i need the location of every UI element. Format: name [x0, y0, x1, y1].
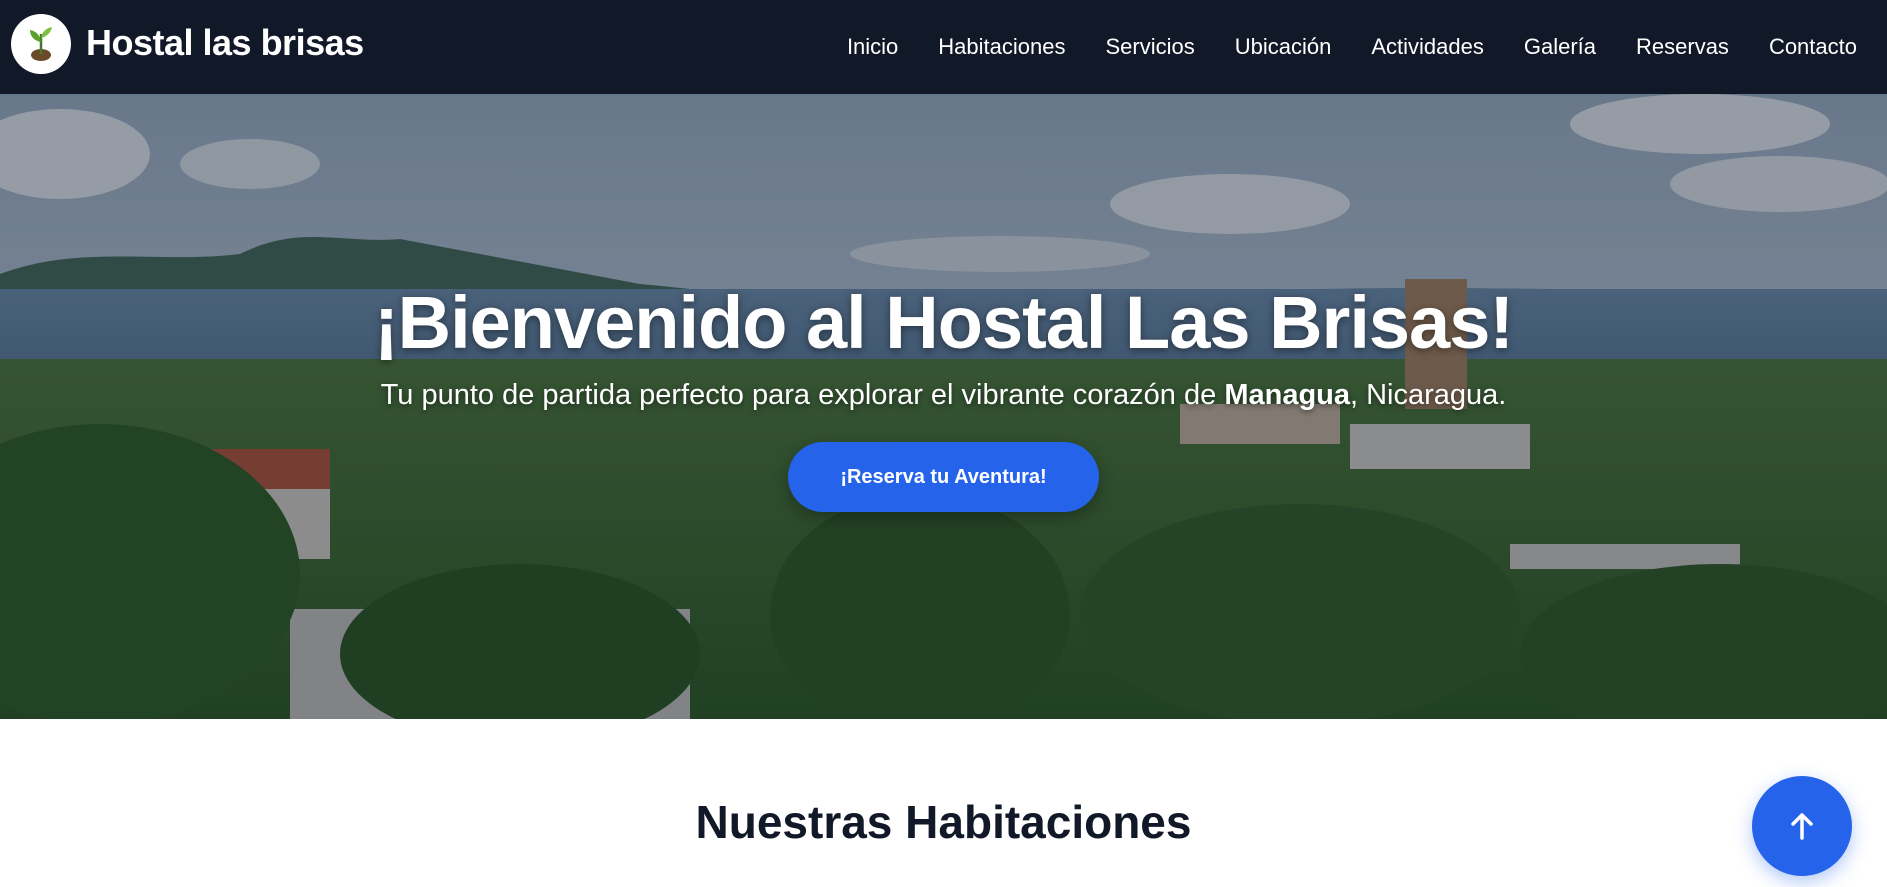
hero-subtitle-prefix: Tu punto de partida perfecto para explor… — [380, 379, 1225, 411]
main-nav: Inicio Habitaciones Servicios Ubicación … — [807, 0, 1857, 94]
nav-link-habitaciones[interactable]: Habitaciones — [938, 34, 1065, 60]
hero-title: ¡Bienvenido al Hostal Las Brisas! — [373, 281, 1514, 364]
nav-link-ubicacion[interactable]: Ubicación — [1235, 34, 1332, 60]
hero-subtitle-city: Managua — [1224, 379, 1350, 411]
nav-link-actividades[interactable]: Actividades — [1371, 34, 1484, 60]
scroll-to-top-button[interactable] — [1752, 776, 1852, 876]
rooms-section-title: Nuestras Habitaciones — [695, 796, 1192, 848]
hero-subtitle-suffix: , Nicaragua. — [1350, 379, 1507, 411]
top-navbar: Hostal las brisas Inicio Habitaciones Se… — [0, 0, 1887, 94]
nav-link-reservas[interactable]: Reservas — [1636, 34, 1729, 60]
hero-section: ¡Bienvenido al Hostal Las Brisas! Tu pun… — [0, 94, 1887, 719]
nav-link-contacto[interactable]: Contacto — [1769, 34, 1857, 60]
nav-link-inicio[interactable]: Inicio — [847, 34, 898, 60]
brand-logo[interactable] — [11, 14, 71, 74]
hero-subtitle: Tu punto de partida perfecto para explor… — [381, 379, 1507, 412]
nav-link-galeria[interactable]: Galería — [1524, 34, 1596, 60]
arrow-up-icon — [1791, 813, 1813, 840]
nav-link-servicios[interactable]: Servicios — [1105, 34, 1194, 60]
reserve-adventure-button[interactable]: ¡Reserva tu Aventura! — [788, 442, 1099, 512]
brand-name[interactable]: Hostal las brisas — [86, 22, 364, 64]
hero-content: ¡Bienvenido al Hostal Las Brisas! Tu pun… — [0, 94, 1887, 719]
leaf-sprout-icon — [30, 27, 52, 61]
